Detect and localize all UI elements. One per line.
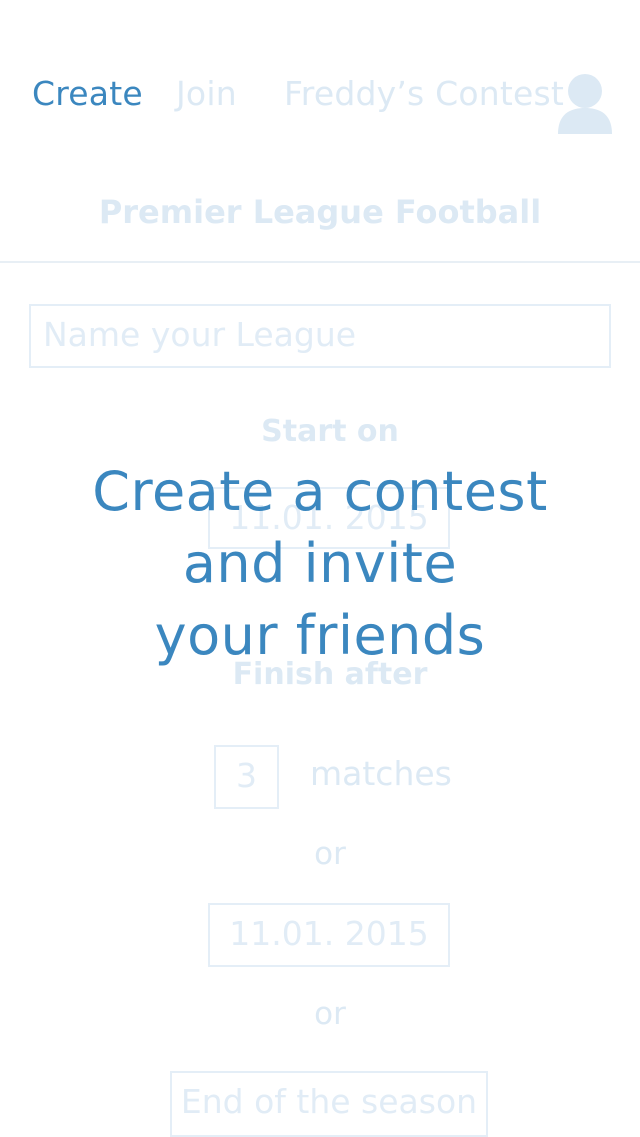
- onboarding-overlay-title: Create a contest and invite your friends: [0, 456, 640, 672]
- user-avatar-icon[interactable]: [556, 68, 614, 134]
- tab-join[interactable]: Join: [176, 74, 237, 113]
- tab-freddys-contest[interactable]: Freddy’s Contest: [284, 74, 564, 113]
- or-separator: or: [314, 836, 346, 872]
- league-name-input[interactable]: Name your League: [29, 304, 611, 368]
- matches-label: matches: [310, 754, 452, 793]
- end-of-season-option[interactable]: End of the season: [170, 1071, 488, 1137]
- tab-create[interactable]: Create: [32, 74, 143, 113]
- start-on-label: Start on: [261, 414, 399, 449]
- end-date-field[interactable]: 11.01. 2015: [208, 903, 450, 967]
- overlay-line: and invite: [182, 532, 458, 595]
- matches-count-input[interactable]: 3: [214, 745, 279, 809]
- header-divider: [0, 261, 640, 263]
- top-nav: Create Join Freddy’s Contest: [0, 60, 640, 140]
- overlay-line: your friends: [154, 604, 486, 667]
- overlay-line: Create a contest: [92, 460, 548, 523]
- page-subtitle: Premier League Football: [98, 193, 542, 231]
- or-separator: or: [314, 996, 346, 1032]
